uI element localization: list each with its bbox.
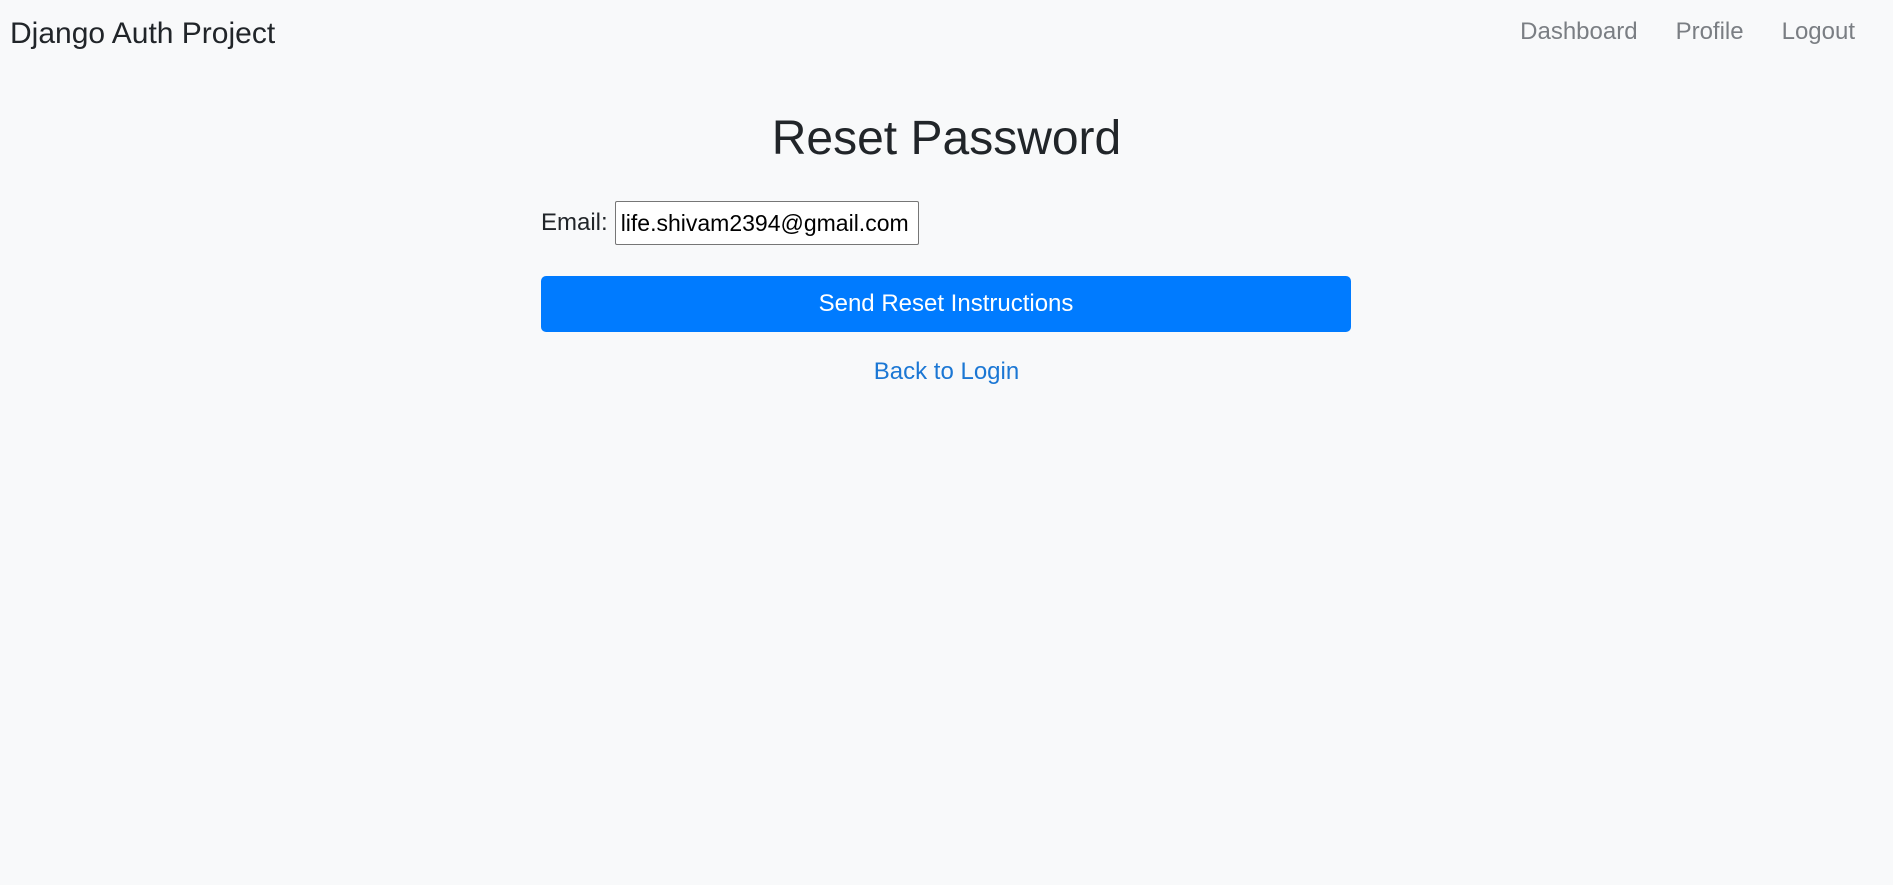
email-label: Email: bbox=[541, 209, 608, 236]
back-link-container: Back to Login bbox=[0, 358, 1893, 387]
reset-password-form: Email: Send Reset Instructions bbox=[541, 200, 1351, 332]
nav-link-logout[interactable]: Logout bbox=[1782, 18, 1855, 47]
navbar-brand[interactable]: Django Auth Project bbox=[10, 16, 275, 52]
nav-link-dashboard[interactable]: Dashboard bbox=[1520, 18, 1637, 47]
email-field-row: Email: bbox=[541, 200, 1351, 246]
back-to-login-link[interactable]: Back to Login bbox=[874, 358, 1019, 385]
email-input[interactable] bbox=[614, 201, 919, 245]
send-reset-instructions-button[interactable]: Send Reset Instructions bbox=[541, 276, 1351, 332]
navbar: Django Auth Project Dashboard Profile Lo… bbox=[0, 0, 1893, 68]
nav-link-profile[interactable]: Profile bbox=[1676, 18, 1744, 47]
page-title: Reset Password bbox=[771, 112, 1122, 165]
nav-links: Dashboard Profile Logout bbox=[1520, 18, 1855, 47]
